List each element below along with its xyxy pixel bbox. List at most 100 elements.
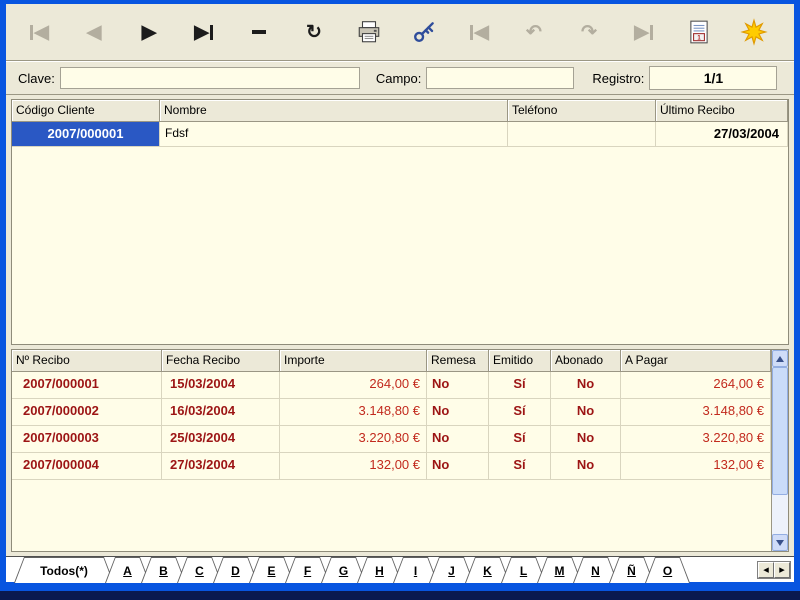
key-icon[interactable] xyxy=(409,15,439,49)
print-icon[interactable] xyxy=(354,15,384,49)
toolbar: ◀ ◀ ▶ ▶ ↻ ◀ ↶ ↷ ▶ 1 xyxy=(6,4,794,61)
column-header-emitido[interactable]: Emitido xyxy=(489,350,551,372)
campo-label: Campo: xyxy=(376,71,422,86)
client-cell-ultimo-recibo[interactable]: 27/03/2004 xyxy=(656,122,788,147)
sun-icon[interactable] xyxy=(739,15,769,49)
receipt-cell-importe[interactable]: 132,00 € xyxy=(280,453,427,480)
registro-value: 1/1 xyxy=(649,66,777,90)
receipt-cell-fecha-recibo[interactable]: 25/03/2004 xyxy=(162,426,280,453)
registro-label: Registro: xyxy=(592,71,644,86)
first-record-icon: ◀ xyxy=(24,15,54,49)
nav-last-icon: ▶ xyxy=(629,15,659,49)
receipts-scrollbar[interactable] xyxy=(771,350,788,551)
receipt-cell-a-pagar[interactable]: 3.220,80 € xyxy=(621,426,771,453)
receipt-cell-fecha-recibo[interactable]: 27/03/2004 xyxy=(162,453,280,480)
delete-record-icon[interactable] xyxy=(244,15,274,49)
receipt-cell-abonado[interactable]: No xyxy=(551,372,621,399)
receipt-cell-emitido[interactable]: Sí xyxy=(489,426,551,453)
receipt-cell-n-recibo[interactable]: 2007/000001 xyxy=(12,372,162,399)
receipt-row[interactable]: 2007/00000216/03/20043.148,80 €NoSíNo3.1… xyxy=(12,399,771,426)
receipt-cell-emitido[interactable]: Sí xyxy=(489,453,551,480)
column-header-telefono[interactable]: Teléfono xyxy=(508,100,656,122)
receipt-cell-n-recibo[interactable]: 2007/000002 xyxy=(12,399,162,426)
receipt-cell-a-pagar[interactable]: 3.148,80 € xyxy=(621,399,771,426)
up-arrow-icon xyxy=(776,356,784,362)
receipt-row[interactable]: 2007/00000325/03/20043.220,80 €NoSíNo3.2… xyxy=(12,426,771,453)
receipt-cell-importe[interactable]: 264,00 € xyxy=(280,372,427,399)
icon-glyph: ↷ xyxy=(581,23,597,42)
receipt-cell-n-recibo[interactable]: 2007/000004 xyxy=(12,453,162,480)
column-header-a-pagar[interactable]: A Pagar xyxy=(621,350,771,372)
receipt-cell-fecha-recibo[interactable]: 16/03/2004 xyxy=(162,399,280,426)
column-header-codigo-cliente[interactable]: Código Cliente xyxy=(12,100,160,122)
receipt-cell-abonado[interactable]: No xyxy=(551,426,621,453)
client-cell-codigo-cliente[interactable]: 2007/000001 xyxy=(12,122,160,147)
receipts-grid-header: Nº ReciboFecha ReciboImporteRemesaEmitid… xyxy=(12,350,771,372)
tab-todos[interactable]: Todos(*) xyxy=(14,557,114,583)
receipts-grid-rows: 2007/00000115/03/2004264,00 €NoSíNo264,0… xyxy=(12,372,771,480)
icon-glyph: ▶ xyxy=(142,23,157,42)
scroll-down-button[interactable] xyxy=(772,534,788,551)
receipt-cell-fecha-recibo[interactable]: 15/03/2004 xyxy=(162,372,280,399)
receipt-cell-abonado[interactable]: No xyxy=(551,453,621,480)
client-cell-nombre[interactable]: Fdsf xyxy=(160,122,508,147)
receipt-cell-remesa[interactable]: No xyxy=(427,399,489,426)
receipt-cell-importe[interactable]: 3.148,80 € xyxy=(280,399,427,426)
app-window: ◀ ◀ ▶ ▶ ↻ ◀ ↶ ↷ ▶ 1 Clave: Campo: Registro: 1/1 C… xyxy=(6,4,794,582)
scroll-up-button[interactable] xyxy=(772,350,788,367)
icon-glyph: ▶ xyxy=(634,23,649,42)
receipt-cell-remesa[interactable]: No xyxy=(427,426,489,453)
receipt-cell-a-pagar[interactable]: 264,00 € xyxy=(621,372,771,399)
tab-scroller: ◂ ▸ xyxy=(757,561,791,579)
last-record-icon[interactable]: ▶ xyxy=(189,15,219,49)
icon-glyph: ↶ xyxy=(526,23,542,42)
icon-bar xyxy=(650,25,653,40)
down-arrow-icon xyxy=(776,540,784,546)
receipt-row[interactable]: 2007/00000427/03/2004132,00 €NoSíNo132,0… xyxy=(12,453,771,480)
filter-bar: Clave: Campo: Registro: 1/1 xyxy=(6,61,794,95)
tab-label: Todos(*) xyxy=(15,558,113,583)
receipt-cell-emitido[interactable]: Sí xyxy=(489,372,551,399)
clients-grid-header: Código ClienteNombreTeléfonoÚltimo Recib… xyxy=(12,100,788,122)
column-header-importe[interactable]: Importe xyxy=(280,350,427,372)
clave-input[interactable] xyxy=(60,67,360,89)
tab-bar: Todos(*)ABCDEFGHIJKLMNÑO ◂ ▸ xyxy=(6,556,794,582)
client-cell-telefono[interactable] xyxy=(508,122,656,147)
report-icon[interactable]: 1 xyxy=(684,15,714,49)
icon-bar xyxy=(30,25,33,40)
next-record-icon[interactable]: ▶ xyxy=(134,15,164,49)
icon-glyph: ↻ xyxy=(306,23,322,42)
icon-bar xyxy=(470,25,473,40)
scroll-thumb[interactable] xyxy=(772,367,788,495)
tab-o[interactable]: O xyxy=(645,557,690,583)
receipt-cell-a-pagar[interactable]: 132,00 € xyxy=(621,453,771,480)
clients-grid-empty-area xyxy=(12,147,788,344)
receipts-grid-empty-area xyxy=(12,480,771,551)
prior-record-icon: ◀ xyxy=(79,15,109,49)
icon-glyph: ◀ xyxy=(474,23,489,42)
column-header-remesa[interactable]: Remesa xyxy=(427,350,489,372)
receipt-cell-n-recibo[interactable]: 2007/000003 xyxy=(12,426,162,453)
tabs-container: Todos(*)ABCDEFGHIJKLMNÑO xyxy=(14,557,681,582)
receipt-cell-remesa[interactable]: No xyxy=(427,453,489,480)
receipt-cell-abonado[interactable]: No xyxy=(551,399,621,426)
redo-icon: ↷ xyxy=(574,15,604,49)
icon-glyph: ▶ xyxy=(194,23,209,42)
receipt-row[interactable]: 2007/00000115/03/2004264,00 €NoSíNo264,0… xyxy=(12,372,771,399)
receipt-cell-importe[interactable]: 3.220,80 € xyxy=(280,426,427,453)
client-row[interactable]: 2007/000001Fdsf 27/03/2004 xyxy=(12,122,788,147)
icon-glyph: ◀ xyxy=(34,23,49,42)
clients-grid-rows: 2007/000001Fdsf 27/03/2004 xyxy=(12,122,788,147)
refresh-icon[interactable]: ↻ xyxy=(299,15,329,49)
tab-scroll-right-button[interactable]: ▸ xyxy=(774,562,790,578)
column-header-fecha-recibo[interactable]: Fecha Recibo xyxy=(162,350,280,372)
nav-first-icon: ◀ xyxy=(464,15,494,49)
column-header-ultimo-recibo[interactable]: Último Recibo xyxy=(656,100,788,122)
column-header-nombre[interactable]: Nombre xyxy=(160,100,508,122)
column-header-abonado[interactable]: Abonado xyxy=(551,350,621,372)
receipt-cell-emitido[interactable]: Sí xyxy=(489,399,551,426)
campo-input[interactable] xyxy=(426,67,574,89)
column-header-n-recibo[interactable]: Nº Recibo xyxy=(12,350,162,372)
tab-scroll-left-button[interactable]: ◂ xyxy=(758,562,774,578)
receipt-cell-remesa[interactable]: No xyxy=(427,372,489,399)
